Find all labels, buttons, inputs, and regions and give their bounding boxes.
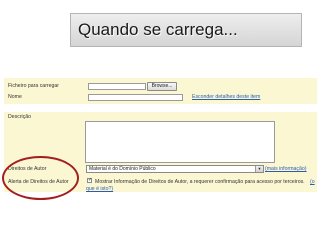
browse-button[interactable]: Browse...: [147, 82, 177, 91]
what-is-this-link-part2[interactable]: que é isto?): [86, 186, 113, 192]
alert-checkbox[interactable]: ✓: [87, 178, 92, 183]
description-textarea[interactable]: [85, 121, 275, 163]
name-label: Nome: [8, 94, 22, 100]
name-input[interactable]: [88, 94, 183, 101]
hide-details-link[interactable]: Esconder detalhes deste item: [192, 94, 260, 100]
chevron-down-icon[interactable]: ▼: [255, 166, 263, 172]
rights-selected-value: Material é do Domínio Público: [89, 166, 156, 172]
slide-title: Quando se carrega...: [78, 20, 238, 39]
more-info-link[interactable]: (mais informação): [265, 166, 307, 172]
alert-text: Mostrar Informação de Direitos de Autor,…: [95, 179, 305, 185]
description-label: Descrição: [8, 114, 32, 120]
file-label: Ficheiro para carregar: [8, 83, 60, 89]
rights-select[interactable]: Material é do Domínio Público ▼: [86, 165, 264, 173]
annotation-circle: [2, 156, 79, 200]
what-is-this-link-part1[interactable]: (o: [310, 179, 315, 185]
file-input[interactable]: [88, 83, 146, 90]
